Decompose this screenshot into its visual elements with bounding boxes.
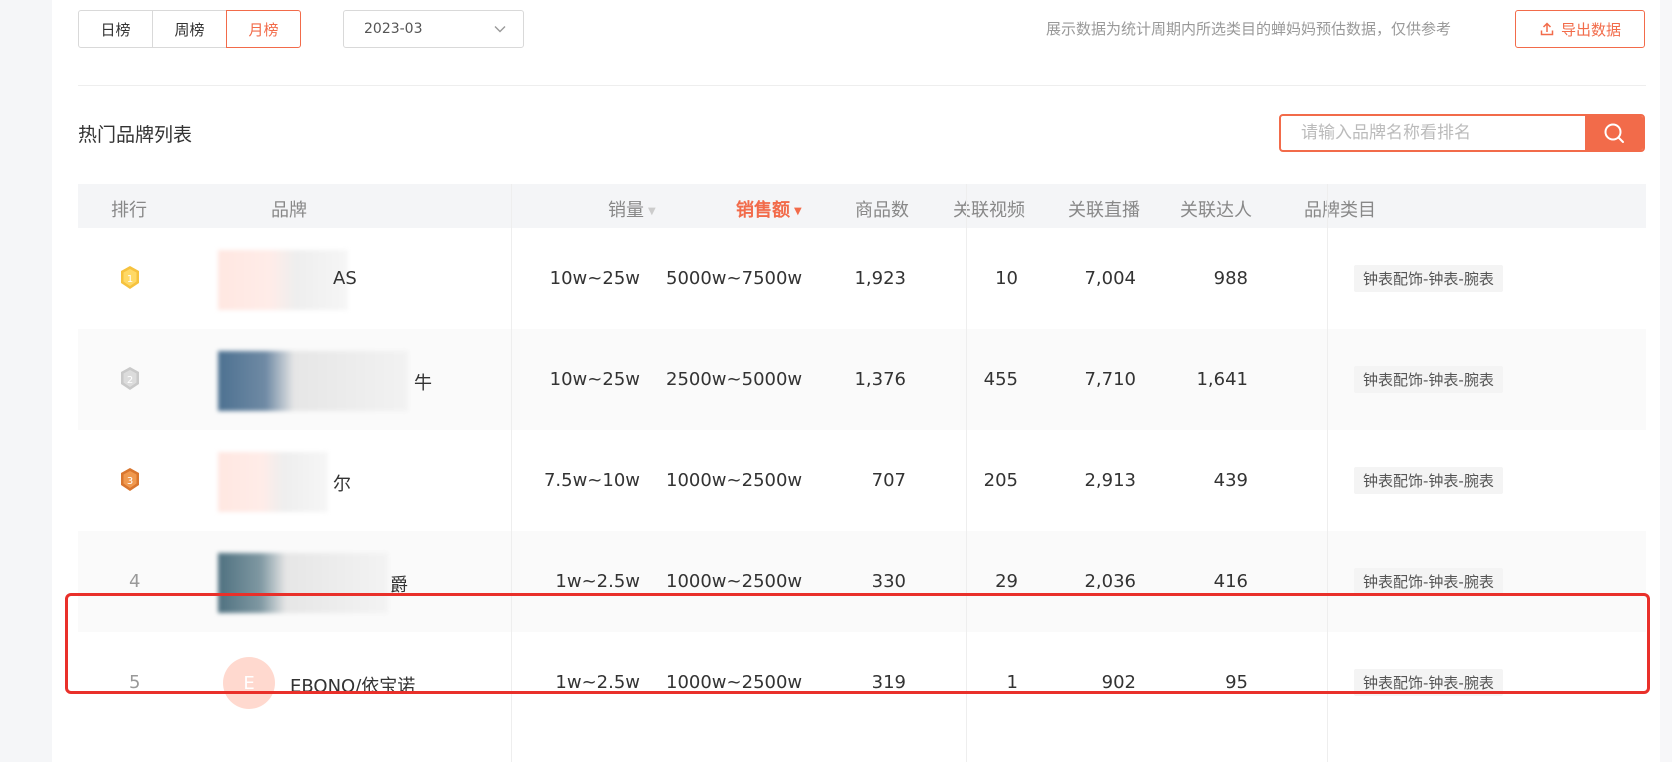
- divider: [78, 85, 1646, 86]
- products-cell: 1,376: [854, 369, 906, 390]
- brand-name[interactable]: EBONO/依宝诺: [290, 672, 415, 698]
- category-tag: 钟表配饰-钟表-腕表: [1354, 366, 1503, 393]
- table-row[interactable]: 2 牛 10w~25w 2500w~5000w 1,376 455 7,710 …: [78, 329, 1646, 430]
- revenue-cell: 1000w~2500w: [666, 672, 803, 693]
- upload-icon: [1540, 22, 1554, 36]
- sales-cell: 1w~2.5w: [555, 571, 640, 592]
- search-input[interactable]: [1281, 116, 1585, 150]
- window-edge: [1660, 0, 1672, 762]
- month-select-value: 2023-03: [364, 21, 423, 37]
- header-revenue[interactable]: 销售额 ▼: [736, 196, 802, 222]
- videos-cell: 1: [1006, 672, 1018, 693]
- search-icon: [1604, 123, 1624, 143]
- category-tag: 钟表配饰-钟表-腕表: [1354, 669, 1503, 696]
- export-button[interactable]: 导出数据: [1515, 10, 1645, 48]
- brand-rank-table: 排行 品牌 销量 ▼ 销售额 ▼ 商品数 关联视频 关联直播 关联达人 品牌类目 1…: [78, 184, 1646, 733]
- silver-medal-icon: 2: [121, 367, 139, 390]
- avatar-letter: E: [243, 672, 255, 694]
- category-tag: 钟表配饰-钟表-腕表: [1354, 265, 1503, 292]
- brand-search: [1279, 114, 1645, 152]
- revenue-cell: 5000w~7500w: [666, 268, 803, 289]
- section-title: 热门品牌列表: [78, 124, 193, 146]
- lives-cell: 2,913: [1084, 470, 1136, 491]
- column-divider: [511, 184, 512, 762]
- brand-name[interactable]: 牛: [414, 369, 432, 395]
- search-button[interactable]: [1585, 116, 1643, 150]
- sales-cell: 1w~2.5w: [555, 672, 640, 693]
- header-rank: 排行: [111, 200, 147, 221]
- svg-text:3: 3: [127, 476, 133, 487]
- brand-logo: [218, 250, 348, 310]
- table-row[interactable]: 5 E EBONO/依宝诺 1w~2.5w 1000w~2500w 319 1 …: [78, 632, 1646, 733]
- tab-daily[interactable]: 日榜: [78, 10, 153, 48]
- header-revenue-label: 销售额: [736, 200, 790, 221]
- lives-cell: 7,710: [1084, 369, 1136, 390]
- revenue-cell: 2500w~5000w: [666, 369, 803, 390]
- lives-cell: 902: [1101, 672, 1136, 693]
- table-row[interactable]: 4 爵 1w~2.5w 1000w~2500w 330 29 2,036 416…: [78, 531, 1646, 632]
- header-category: 品牌类目: [1304, 200, 1376, 221]
- videos-cell: 205: [983, 470, 1018, 491]
- svg-text:1: 1: [127, 274, 133, 285]
- rank-number: 4: [129, 571, 141, 592]
- month-select[interactable]: 2023-03: [343, 10, 524, 48]
- period-tabs: 日榜 周榜 月榜: [78, 10, 301, 48]
- gold-medal-icon: 1: [121, 266, 139, 289]
- export-label: 导出数据: [1560, 20, 1621, 39]
- brand-name[interactable]: AS: [333, 268, 357, 289]
- videos-cell: 10: [995, 268, 1018, 289]
- brand-name[interactable]: 爵: [390, 571, 408, 597]
- header-sales-label: 销量: [608, 200, 644, 221]
- table-row[interactable]: 1 AS 10w~25w 5000w~7500w 1,923 10 7,004 …: [78, 228, 1646, 329]
- tab-monthly[interactable]: 月榜: [226, 10, 301, 48]
- header-brand: 品牌: [271, 200, 307, 221]
- lives-cell: 7,004: [1084, 268, 1136, 289]
- creators-cell: 95: [1225, 672, 1248, 693]
- rank-number: 5: [129, 672, 141, 693]
- table-header: 排行 品牌 销量 ▼ 销售额 ▼ 商品数 关联视频 关联直播 关联达人 品牌类目: [78, 184, 1646, 228]
- revenue-cell: 1000w~2500w: [666, 571, 803, 592]
- table-row[interactable]: 3 尔 7.5w~10w 1000w~2500w 707 205 2,913 4…: [78, 430, 1646, 531]
- sales-cell: 10w~25w: [549, 268, 640, 289]
- sales-cell: 10w~25w: [549, 369, 640, 390]
- brand-avatar: E: [223, 657, 275, 709]
- header-lives: 关联直播: [1068, 200, 1140, 221]
- lives-cell: 2,036: [1084, 571, 1136, 592]
- sort-caret-icon: ▼: [794, 206, 802, 217]
- products-cell: 319: [871, 672, 906, 693]
- brand-name[interactable]: 尔: [333, 470, 351, 496]
- creators-cell: 988: [1213, 268, 1248, 289]
- brand-logo: [218, 553, 388, 613]
- revenue-cell: 1000w~2500w: [666, 470, 803, 491]
- sort-caret-icon: ▼: [648, 206, 656, 217]
- category-tag: 钟表配饰-钟表-腕表: [1354, 568, 1503, 595]
- videos-cell: 455: [983, 369, 1018, 390]
- products-cell: 707: [871, 470, 906, 491]
- brand-logo: [218, 452, 328, 512]
- brand-logo: [218, 351, 408, 411]
- bronze-medal-icon: 3: [121, 468, 139, 491]
- header-products: 商品数: [855, 200, 909, 221]
- category-tag: 钟表配饰-钟表-腕表: [1354, 467, 1503, 494]
- svg-text:2: 2: [127, 375, 133, 386]
- videos-cell: 29: [995, 571, 1018, 592]
- sales-cell: 7.5w~10w: [543, 470, 640, 491]
- creators-cell: 1,641: [1196, 369, 1248, 390]
- creators-cell: 439: [1213, 470, 1248, 491]
- products-cell: 1,923: [854, 268, 906, 289]
- chevron-down-icon: [494, 26, 506, 33]
- tab-weekly[interactable]: 周榜: [152, 10, 227, 48]
- column-divider: [1327, 184, 1328, 762]
- header-creators: 关联达人: [1180, 200, 1252, 221]
- column-divider: [966, 184, 967, 762]
- creators-cell: 416: [1213, 571, 1248, 592]
- products-cell: 330: [871, 571, 906, 592]
- header-videos: 关联视频: [953, 200, 1025, 221]
- data-notice: 展示数据为统计周期内所选类目的蝉妈妈预估数据，仅供参考: [1046, 20, 1452, 38]
- header-sales[interactable]: 销量 ▼: [608, 196, 656, 222]
